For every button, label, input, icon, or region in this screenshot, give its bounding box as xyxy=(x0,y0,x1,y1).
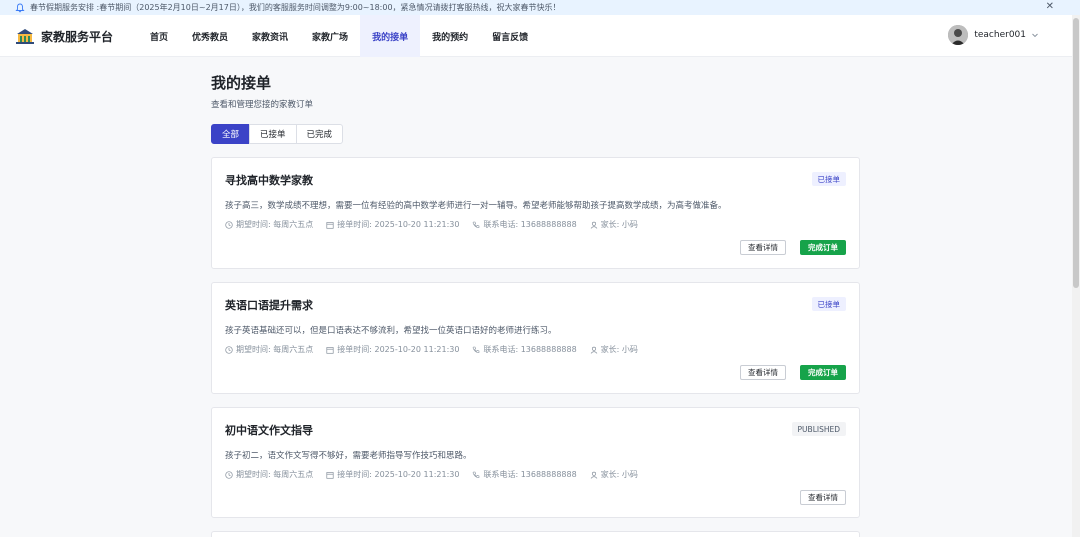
contact-phone: 联系电话: 13688888888 xyxy=(483,345,577,354)
notice-text: 春节假期服务安排 :春节期间（2025年2月10日~2月17日），我们的客服服务… xyxy=(30,3,561,12)
nav-home[interactable]: 首页 xyxy=(138,15,180,57)
status-badge: PUBLISHED xyxy=(791,422,846,436)
brand[interactable]: 家教服务平台 xyxy=(15,27,113,45)
phone-icon xyxy=(473,221,480,228)
order-description: 孩子英语基础还可以，但是口语表达不够流利，希望找一位英语口语好的老师进行练习。 xyxy=(225,326,557,336)
user-icon xyxy=(590,221,597,229)
calendar-icon xyxy=(326,346,334,354)
main-nav: 首页 优秀教员 家教资讯 家教广场 我的接单 我的预约 留言反馈 xyxy=(138,15,540,57)
tab-all[interactable]: 全部 xyxy=(211,124,251,144)
brand-name: 家教服务平台 xyxy=(41,29,114,44)
close-icon[interactable]: ✕ xyxy=(1046,2,1054,12)
parent-name: 家长: 小码 xyxy=(600,220,638,229)
notice-bar: 春节假期服务安排 :春节期间（2025年2月10日~2月17日），我们的客服服务… xyxy=(0,0,1080,15)
nav-my-bookings[interactable]: 我的预约 xyxy=(420,15,480,57)
expected-time: 期望时间: 每周六五点 xyxy=(236,220,314,229)
filter-tabs: 全部 已接单 已完成 xyxy=(211,124,344,144)
user-icon xyxy=(590,346,597,354)
page-subtitle: 查看和管理您接的家教订单 xyxy=(211,100,314,110)
phone-icon xyxy=(473,471,480,478)
expected-time: 期望时间: 每周六五点 xyxy=(236,470,314,479)
accepted-time: 接单时间: 2025-10-20 11:21:30 xyxy=(337,470,460,479)
order-card: 初中语文作文指导 PUBLISHED 孩子初二，语文作文写得不够好，需要老师指导… xyxy=(211,407,860,518)
page-title: 我的接单 xyxy=(211,74,272,92)
order-title: 寻找高中数学家教 xyxy=(225,174,313,187)
order-actions: 查看详情 xyxy=(786,490,846,505)
order-title: 初中语文作文指导 xyxy=(225,424,313,437)
status-badge: 已接单 xyxy=(811,172,846,186)
contact-phone: 联系电话: 13688888888 xyxy=(483,470,577,479)
nav-news[interactable]: 家教资讯 xyxy=(240,15,300,57)
order-description: 孩子高三，数学成绩不理想，需要一位有经验的高中数学老师进行一对一辅导。希望老师能… xyxy=(225,201,727,211)
clock-icon xyxy=(225,345,233,354)
order-actions: 查看详情 完成订单 xyxy=(726,240,846,255)
accepted-time: 接单时间: 2025-10-20 11:21:30 xyxy=(337,345,460,354)
status-badge: 已接单 xyxy=(811,297,846,311)
view-detail-button[interactable]: 查看详情 xyxy=(800,490,846,505)
avatar xyxy=(948,25,969,45)
user-menu[interactable]: teacher001 xyxy=(948,25,1039,45)
order-meta: 期望时间: 每周六五点 接单时间: 2025-10-20 11:21:30 联系… xyxy=(225,469,651,480)
tab-completed[interactable]: 已完成 xyxy=(295,124,344,144)
scrollbar-thumb[interactable] xyxy=(1073,18,1079,288)
contact-phone: 联系电话: 13688888888 xyxy=(483,220,577,229)
order-card: 寻找高中数学家教 已接单 孩子高三，数学成绩不理想，需要一位有经验的高中数学老师… xyxy=(211,157,860,269)
bell-icon xyxy=(15,3,25,12)
order-card xyxy=(211,531,860,537)
chevron-down-icon xyxy=(1032,33,1038,38)
order-actions: 查看详情 完成订单 xyxy=(726,365,846,380)
phone-icon xyxy=(473,346,480,353)
parent-name: 家长: 小码 xyxy=(600,345,638,354)
expected-time: 期望时间: 每周六五点 xyxy=(236,345,314,354)
complete-order-button[interactable]: 完成订单 xyxy=(800,240,846,255)
order-description: 孩子初二，语文作文写得不够好，需要老师指导写作技巧和思路。 xyxy=(225,451,472,461)
tab-accepted[interactable]: 已接单 xyxy=(249,124,297,144)
order-meta: 期望时间: 每周六五点 接单时间: 2025-10-20 11:21:30 联系… xyxy=(225,344,651,355)
complete-order-button[interactable]: 完成订单 xyxy=(800,365,846,380)
user-icon xyxy=(590,471,597,479)
clock-icon xyxy=(225,470,233,479)
clock-icon xyxy=(225,220,233,229)
nav-square[interactable]: 家教广场 xyxy=(300,15,360,57)
order-card: 英语口语提升需求 已接单 孩子英语基础还可以，但是口语表达不够流利，希望找一位英… xyxy=(211,282,860,394)
top-navbar: 家教服务平台 首页 优秀教员 家教资讯 家教广场 我的接单 我的预约 留言反馈 … xyxy=(0,15,1072,57)
nav-feedback[interactable]: 留言反馈 xyxy=(480,15,540,57)
order-title: 英语口语提升需求 xyxy=(225,299,313,312)
view-detail-button[interactable]: 查看详情 xyxy=(740,240,786,255)
nav-my-orders[interactable]: 我的接单 xyxy=(360,15,421,57)
view-detail-button[interactable]: 查看详情 xyxy=(740,365,786,380)
calendar-icon xyxy=(326,221,334,229)
order-meta: 期望时间: 每周六五点 接单时间: 2025-10-20 11:21:30 联系… xyxy=(225,219,651,230)
logo-icon xyxy=(16,29,34,44)
accepted-time: 接单时间: 2025-10-20 11:21:30 xyxy=(337,220,460,229)
nav-teachers[interactable]: 优秀教员 xyxy=(180,15,240,57)
calendar-icon xyxy=(326,471,334,479)
username: teacher001 xyxy=(974,30,1026,40)
parent-name: 家长: 小码 xyxy=(600,470,638,479)
